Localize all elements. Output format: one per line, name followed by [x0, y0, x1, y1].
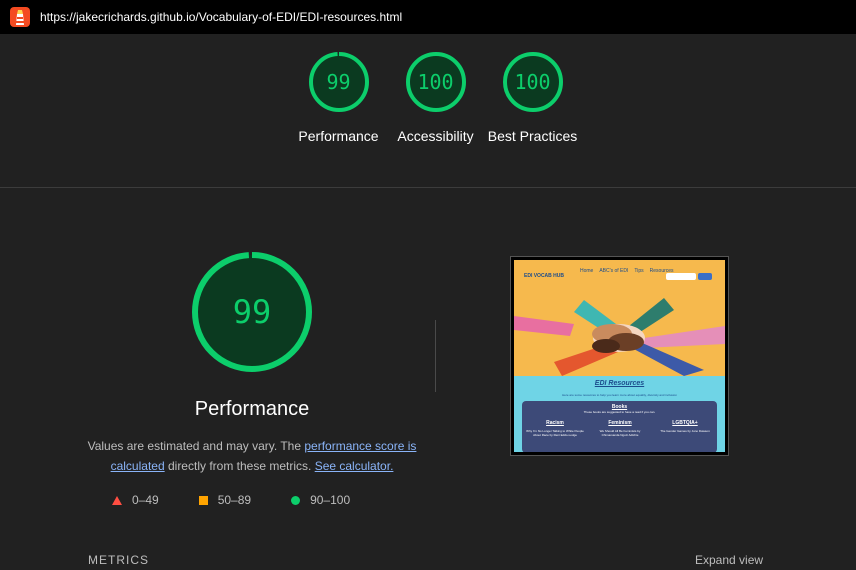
- column-item: We Should All Be Feminists by Chimamanda…: [599, 429, 641, 437]
- screenshot-heading: EDI Resources: [594, 380, 645, 387]
- square-icon: [198, 495, 208, 505]
- gauge-label: Performance: [298, 128, 379, 144]
- category-gauges: 99 Performance 100 Accessibility 100 Bes…: [290, 50, 581, 146]
- gauge-performance[interactable]: 99 Performance: [290, 50, 387, 146]
- column-item: The Gender Games by Juno Dawson: [660, 429, 710, 433]
- legend-pass: 90–100: [291, 493, 350, 507]
- books-sub: These books are suggested to have a read…: [583, 410, 656, 414]
- final-screenshot[interactable]: EDI VOCAB HUB Home ABC's of EDI Tips Res…: [510, 256, 729, 456]
- gauge-accessibility[interactable]: 100 Accessibility: [387, 50, 484, 146]
- performance-title: Performance: [194, 398, 310, 420]
- hands-illustration: [514, 290, 725, 376]
- screenshot-column: Feminism We Should All Be Feminists by C…: [591, 420, 649, 437]
- gauge-score: 99: [326, 70, 351, 94]
- gauge-score: 100: [417, 70, 454, 94]
- legend-range: 0–49: [132, 493, 159, 507]
- screenshot-content: EDI VOCAB HUB Home ABC's of EDI Tips Res…: [514, 260, 725, 452]
- screenshot-menu: Home ABC's of EDI Tips Resources: [580, 268, 680, 274]
- note-text: directly from these metrics.: [164, 459, 315, 473]
- performance-gauge: 99: [190, 250, 314, 374]
- screenshot-menu-item: Home: [580, 268, 594, 274]
- column-title: Feminism: [608, 420, 632, 426]
- screenshot-column: LGBTQIA+ The Gender Games by Juno Dawson: [656, 420, 714, 437]
- performance-score: 99: [232, 293, 272, 331]
- vertical-divider: [435, 320, 436, 392]
- screenshot-hero-image: [514, 290, 725, 376]
- screenshot-subtext: Here are some resources to help you lear…: [562, 393, 677, 397]
- gauge-score: 100: [514, 70, 551, 94]
- legend-range: 50–89: [217, 493, 252, 507]
- legend-fail: 0–49: [112, 493, 159, 507]
- gauge-best-practices[interactable]: 100 Best Practices: [484, 50, 581, 146]
- screenshot-column: Racism Why I'm No Longer Talking to Whit…: [526, 420, 584, 437]
- triangle-icon: [112, 495, 122, 505]
- lighthouse-icon: [10, 7, 30, 27]
- screenshot-search-button: [698, 273, 712, 280]
- section-divider: [0, 187, 856, 188]
- url-bar: https://jakecrichards.github.io/Vocabula…: [0, 0, 856, 34]
- screenshot-columns: Racism Why I'm No Longer Talking to Whit…: [526, 420, 714, 437]
- performance-note: Values are estimated and may vary. The p…: [82, 436, 422, 476]
- screenshot-books-title: Books These books are suggested to have …: [522, 404, 717, 414]
- screenshot-brand: EDI VOCAB HUB: [524, 273, 565, 279]
- legend-range: 90–100: [310, 493, 351, 507]
- expand-view-button[interactable]: Expand view: [695, 553, 763, 567]
- legend-average: 50–89: [198, 493, 252, 507]
- column-item: Why I'm No Longer Talking to White Peopl…: [526, 429, 584, 437]
- gauge-label: Accessibility: [397, 128, 474, 144]
- note-text: Values are estimated and may vary. The: [87, 439, 305, 453]
- screenshot-search: [666, 273, 696, 280]
- metrics-heading: METRICS: [88, 553, 149, 567]
- see-calculator-link[interactable]: See calculator.: [315, 459, 394, 473]
- page-url: https://jakecrichards.github.io/Vocabula…: [40, 10, 403, 24]
- column-title: Racism: [546, 420, 564, 426]
- screenshot-menu-item: ABC's of EDI: [599, 268, 629, 274]
- circle-icon: [291, 495, 301, 505]
- score-legend: 0–49 50–89 90–100: [112, 493, 390, 507]
- gauge-label: Best Practices: [487, 128, 578, 144]
- column-title: LGBTQIA+: [672, 420, 698, 426]
- screenshot-menu-item: Tips: [634, 268, 644, 274]
